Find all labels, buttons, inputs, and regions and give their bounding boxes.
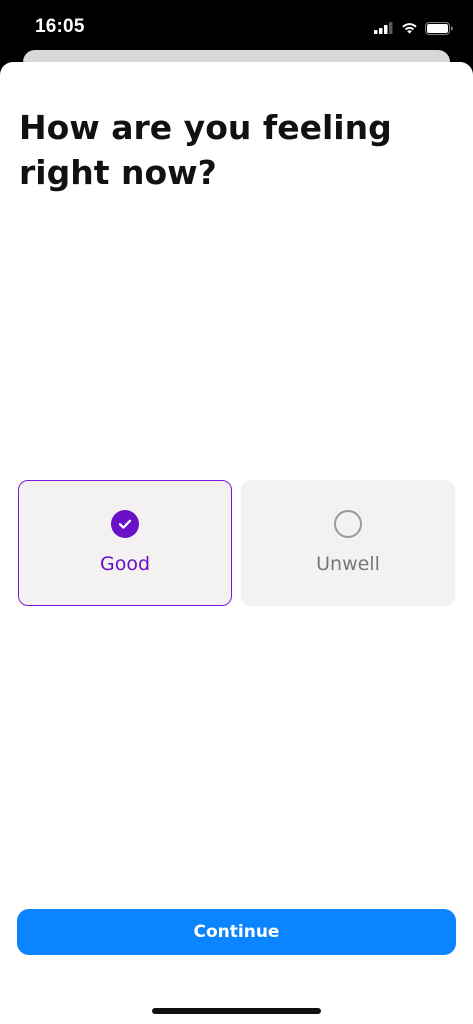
feeling-options: Good Unwell bbox=[18, 480, 455, 606]
option-good[interactable]: Good bbox=[18, 480, 232, 606]
wifi-icon bbox=[402, 23, 417, 34]
signal-icon bbox=[374, 22, 393, 34]
option-label: Good bbox=[99, 553, 151, 575]
option-label: Unwell bbox=[316, 553, 380, 575]
radio-empty-icon bbox=[334, 510, 362, 538]
status-icons bbox=[374, 19, 453, 37]
status-time: 16:05 bbox=[35, 16, 85, 37]
continue-button[interactable]: Continue bbox=[17, 909, 456, 955]
status-bar: 16:05 bbox=[0, 0, 473, 56]
battery-icon bbox=[425, 21, 453, 35]
modal-sheet: How are you feeling right now? Good Unwe… bbox=[0, 62, 473, 1024]
option-unwell[interactable]: Unwell bbox=[241, 480, 455, 606]
check-circle-icon bbox=[111, 510, 139, 538]
page-title: How are you feeling right now? bbox=[19, 108, 392, 192]
home-indicator bbox=[152, 1008, 321, 1014]
